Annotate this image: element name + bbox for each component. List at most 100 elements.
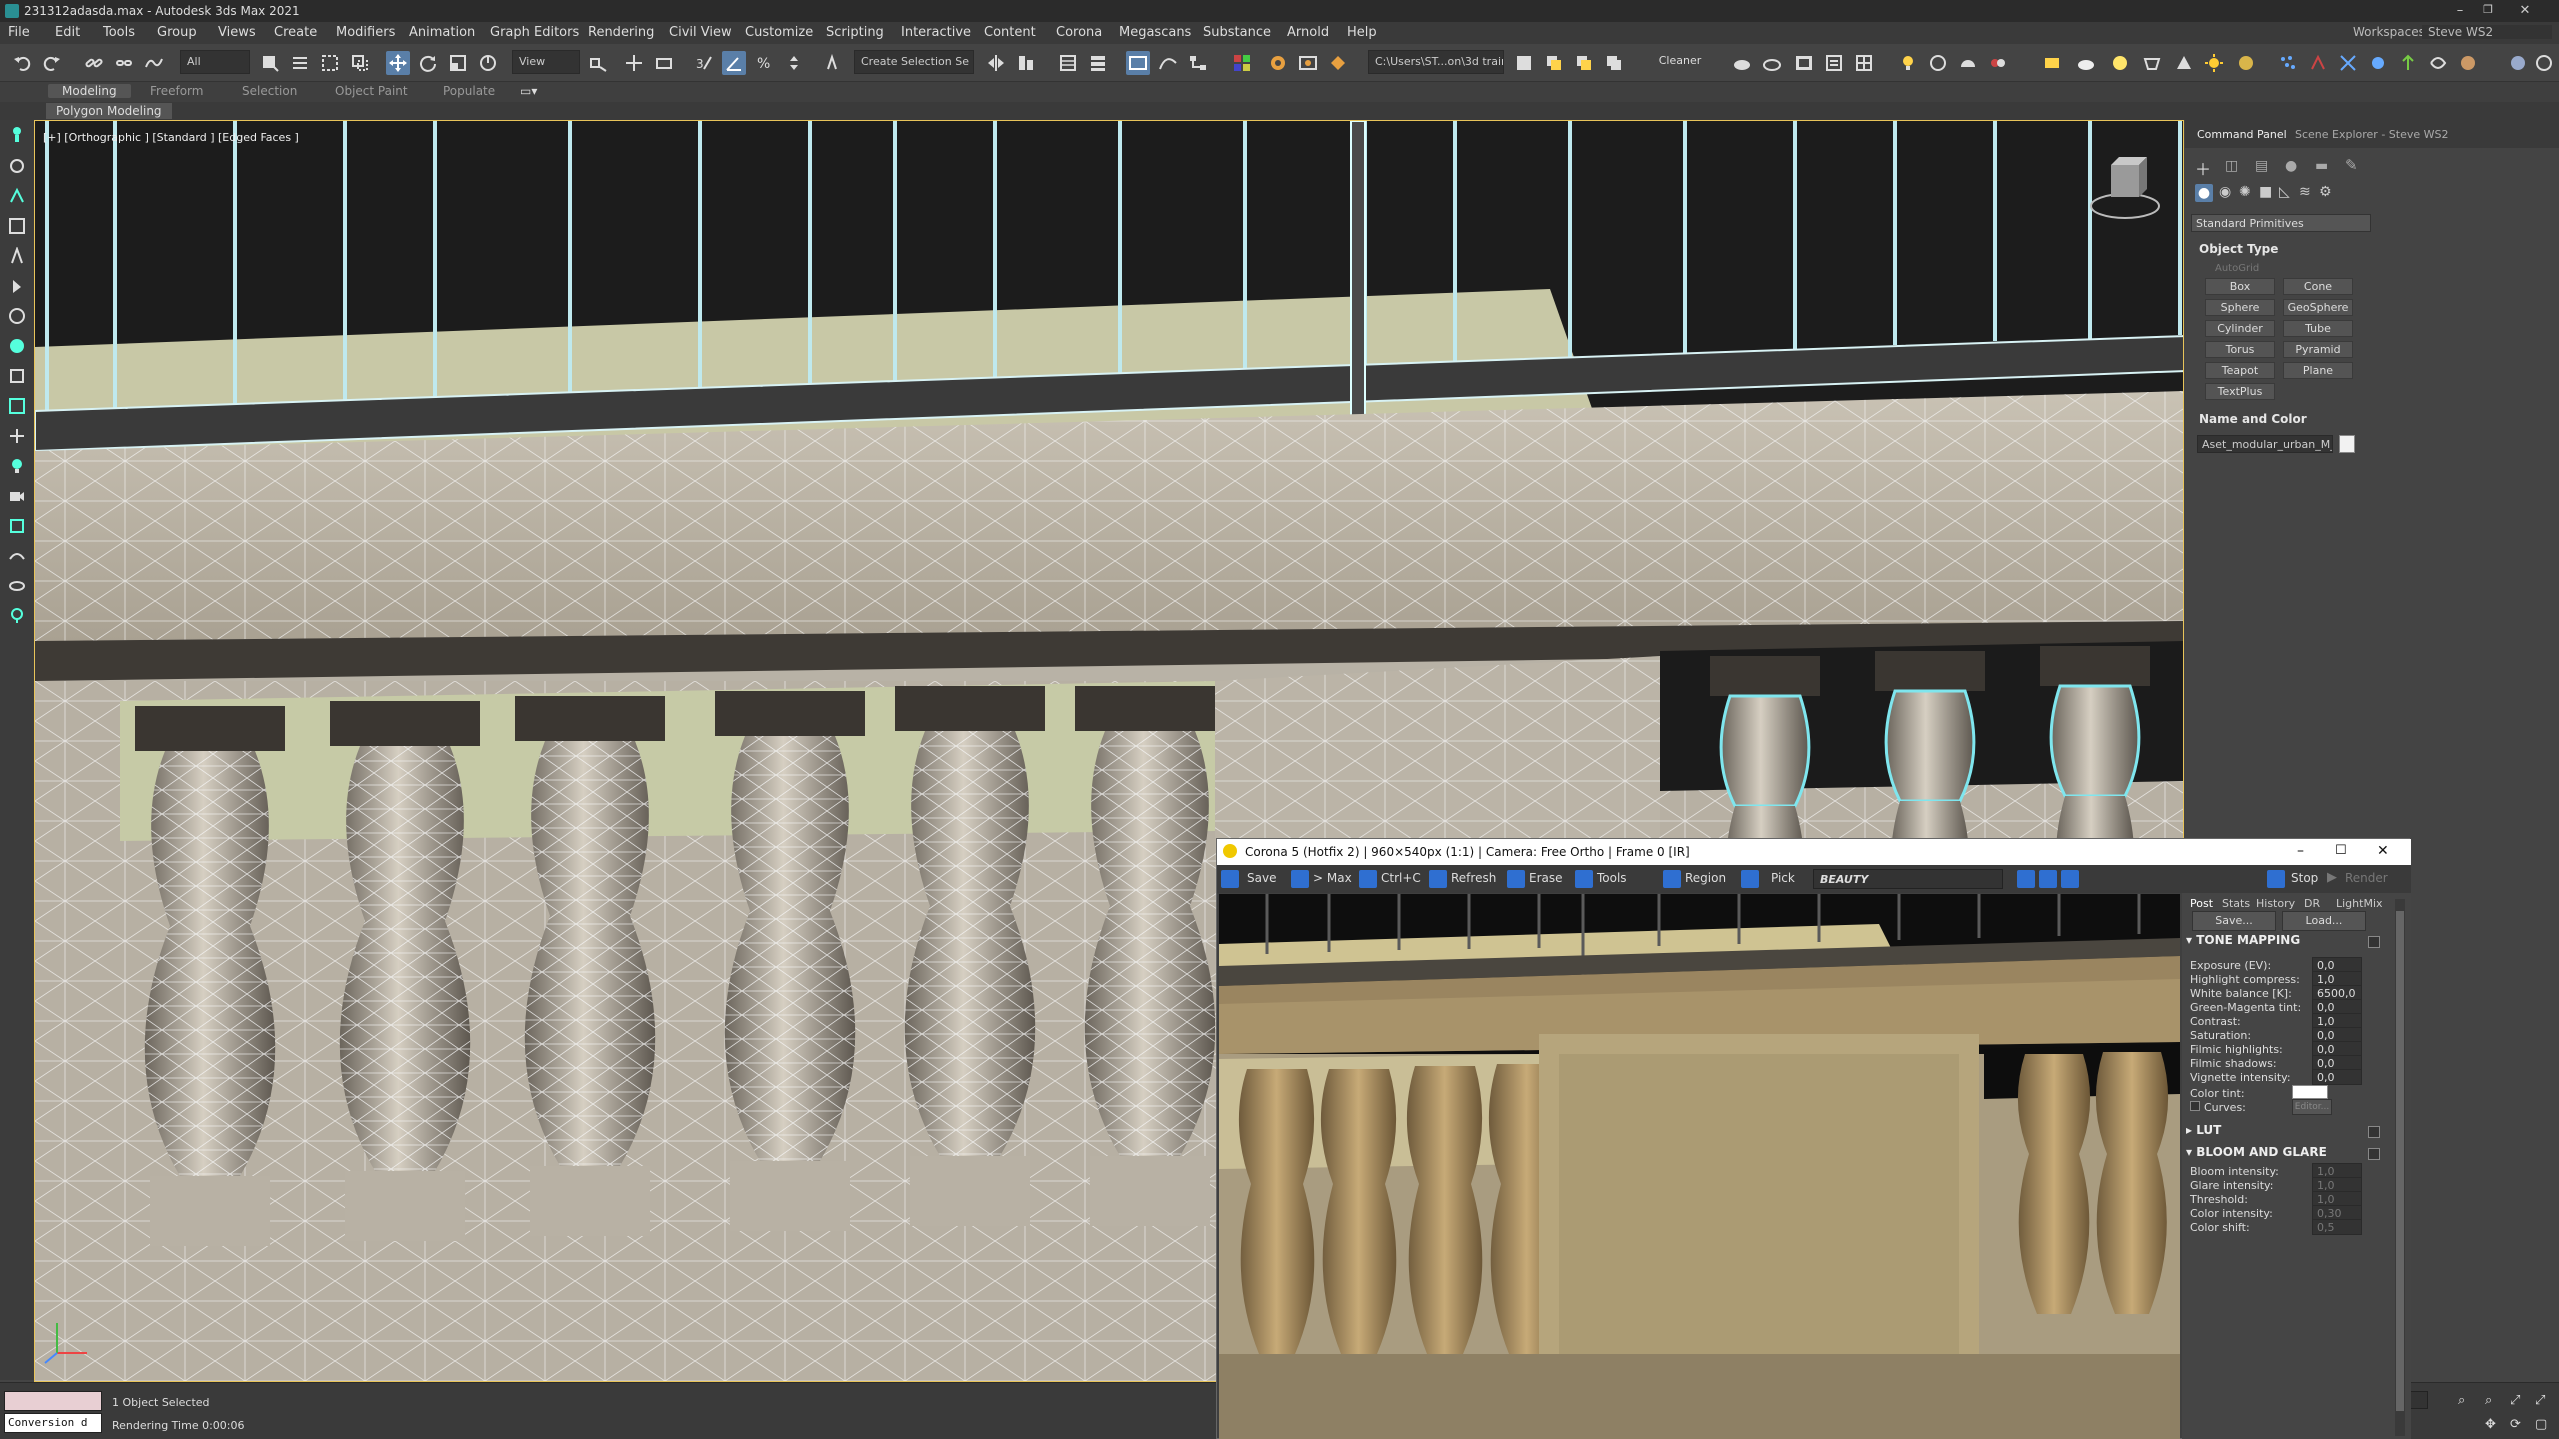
tab-history[interactable]: History xyxy=(2256,897,2295,910)
placement-icon[interactable] xyxy=(476,51,500,75)
pan-icon[interactable]: ✥ xyxy=(2485,1417,2496,1432)
ribbon-options-icon[interactable]: ▭▾ xyxy=(520,84,537,98)
tab-dr[interactable]: DR xyxy=(2304,897,2320,910)
teapot-button[interactable]: Teapot xyxy=(2205,362,2275,379)
create-tab-icon[interactable]: ＋ xyxy=(2195,156,2211,180)
curve-editor-icon[interactable] xyxy=(1156,51,1180,75)
cloud-icon[interactable] xyxy=(1730,51,1754,75)
corona-sky-icon[interactable] xyxy=(2234,51,2258,75)
bloom-glare-checkbox[interactable] xyxy=(2368,1148,2380,1160)
scatter-icon[interactable] xyxy=(2276,51,2300,75)
viewport-label[interactable]: [+] [Orthographic ] [Standard ] [Edged F… xyxy=(43,131,299,144)
pick-button[interactable]: Pick xyxy=(1771,871,1795,885)
isolate-icon[interactable] xyxy=(5,364,29,388)
menu-megascans[interactable]: Megascans xyxy=(1119,25,1191,40)
rotate-icon[interactable] xyxy=(416,51,440,75)
ribbon-tab-selection[interactable]: Selection xyxy=(242,84,297,98)
textplus-button[interactable]: TextPlus xyxy=(2205,383,2275,400)
refresh-button[interactable]: Refresh xyxy=(1451,871,1496,885)
corona-sphere-light-icon[interactable] xyxy=(2108,51,2132,75)
snaps-toggle-icon[interactable]: 3 xyxy=(692,51,716,75)
light-bulb-icon[interactable] xyxy=(5,454,29,478)
named-selection-dropdown[interactable]: Create Selection Se xyxy=(854,50,974,74)
polygon-modeling-label[interactable]: Polygon Modeling xyxy=(46,103,172,119)
tips-icon[interactable] xyxy=(5,604,29,628)
camera-icon[interactable] xyxy=(5,484,29,508)
select-object-icon[interactable] xyxy=(258,51,282,75)
color-tint-swatch[interactable] xyxy=(2292,1085,2328,1099)
angle-snap-icon[interactable] xyxy=(722,51,746,75)
tone-mapping-header[interactable]: ▾ TONE MAPPING xyxy=(2186,933,2300,947)
corona-light-icon[interactable] xyxy=(2074,51,2098,75)
sphere-button[interactable]: Sphere xyxy=(2205,299,2275,316)
material-editor-icon[interactable] xyxy=(1230,51,1254,75)
window-crossing-icon[interactable] xyxy=(348,51,372,75)
maximize-viewport-icon[interactable]: ▢ xyxy=(2535,1417,2547,1432)
name-and-color-header[interactable]: Name and Color xyxy=(2199,412,2307,426)
space-warp-icon[interactable] xyxy=(5,544,29,568)
menu-scripting[interactable]: Scripting xyxy=(826,25,884,40)
modify-icon[interactable] xyxy=(5,184,29,208)
panel-scrollbar[interactable] xyxy=(2395,899,2405,1436)
load-preset-button[interactable]: Load... xyxy=(2282,911,2366,931)
tone-mapping-checkbox[interactable] xyxy=(2368,936,2380,948)
scene-explorer-icon[interactable] xyxy=(1056,51,1080,75)
helpers-icon[interactable]: ◺ xyxy=(2279,184,2290,200)
display-icon[interactable] xyxy=(5,274,29,298)
param-value[interactable]: 0,0 xyxy=(2312,1069,2362,1085)
curves-editor-button[interactable]: Editor... xyxy=(2292,1099,2332,1115)
corona-camera-icon[interactable] xyxy=(2172,51,2196,75)
curves-checkbox[interactable] xyxy=(2190,1101,2200,1111)
cameras-icon[interactable]: ■ xyxy=(2259,184,2272,200)
pick-icon[interactable] xyxy=(1741,870,1759,888)
object-name-field[interactable]: Aset_modular_urban_M_s xyxy=(2197,435,2333,453)
sign-in-icon[interactable] xyxy=(2532,51,2556,75)
zoom-in-icon[interactable] xyxy=(2017,870,2035,888)
plane-button[interactable]: Plane xyxy=(2283,362,2353,379)
render-close-button[interactable]: ✕ xyxy=(2377,843,2389,859)
toggle-ribbon-icon[interactable] xyxy=(1126,51,1150,75)
create-mode-icon[interactable] xyxy=(5,122,29,146)
layer-tool-1-icon[interactable] xyxy=(1542,51,1566,75)
edit-named-selection-icon[interactable] xyxy=(822,51,846,75)
scale-icon[interactable] xyxy=(446,51,470,75)
move-icon[interactable] xyxy=(386,51,410,75)
tab-stats[interactable]: Stats xyxy=(2222,897,2250,910)
menu-tools[interactable]: Tools xyxy=(103,25,135,40)
torus-button[interactable]: Torus xyxy=(2205,341,2275,358)
fur-icon[interactable] xyxy=(2456,51,2480,75)
cleaner-button[interactable]: Cleaner xyxy=(1646,50,1714,74)
scroll-down-button[interactable] xyxy=(2410,1391,2428,1409)
menu-views[interactable]: Views xyxy=(218,25,256,40)
menu-file[interactable]: File xyxy=(8,25,30,40)
menu-modifiers[interactable]: Modifiers xyxy=(336,25,395,40)
viewport-layout-icon[interactable] xyxy=(5,394,29,418)
menu-help[interactable]: Help xyxy=(1347,25,1377,40)
hierarchy-tab-icon[interactable]: ▤ xyxy=(2255,158,2268,174)
orbit-nav-icon[interactable]: ⟳ xyxy=(2510,1417,2521,1432)
pyramid-button[interactable]: Pyramid xyxy=(2283,341,2353,358)
menu-content[interactable]: Content xyxy=(984,25,1036,40)
decal-icon[interactable] xyxy=(2306,51,2330,75)
close-button[interactable]: ✕ xyxy=(2515,3,2535,18)
minimize-button[interactable]: – xyxy=(2450,3,2470,18)
region-icon[interactable] xyxy=(1663,870,1681,888)
corona-sun-icon[interactable] xyxy=(2202,51,2226,75)
mirror-icon[interactable] xyxy=(984,51,1008,75)
menu-animation[interactable]: Animation xyxy=(409,25,475,40)
layer-tool-2-icon[interactable] xyxy=(1572,51,1596,75)
render-setup-icon[interactable] xyxy=(1266,51,1290,75)
render-minimize-button[interactable]: – xyxy=(2297,843,2304,859)
menu-interactive[interactable]: Interactive xyxy=(901,25,971,40)
menu-corona[interactable]: Corona xyxy=(1056,25,1102,40)
chaos-icon[interactable] xyxy=(2426,51,2450,75)
menu-edit[interactable]: Edit xyxy=(55,25,80,40)
slate-icon[interactable] xyxy=(1926,51,1950,75)
hierarchy-icon[interactable] xyxy=(5,214,29,238)
light-lister-icon[interactable] xyxy=(1896,51,1920,75)
reference-coordinate-dropdown[interactable]: View xyxy=(512,50,580,74)
erase-button[interactable]: Erase xyxy=(1529,871,1563,885)
align-icon[interactable] xyxy=(1014,51,1038,75)
dome-light-icon[interactable] xyxy=(1956,51,1980,75)
geometry-icon[interactable]: ● xyxy=(2195,184,2213,202)
